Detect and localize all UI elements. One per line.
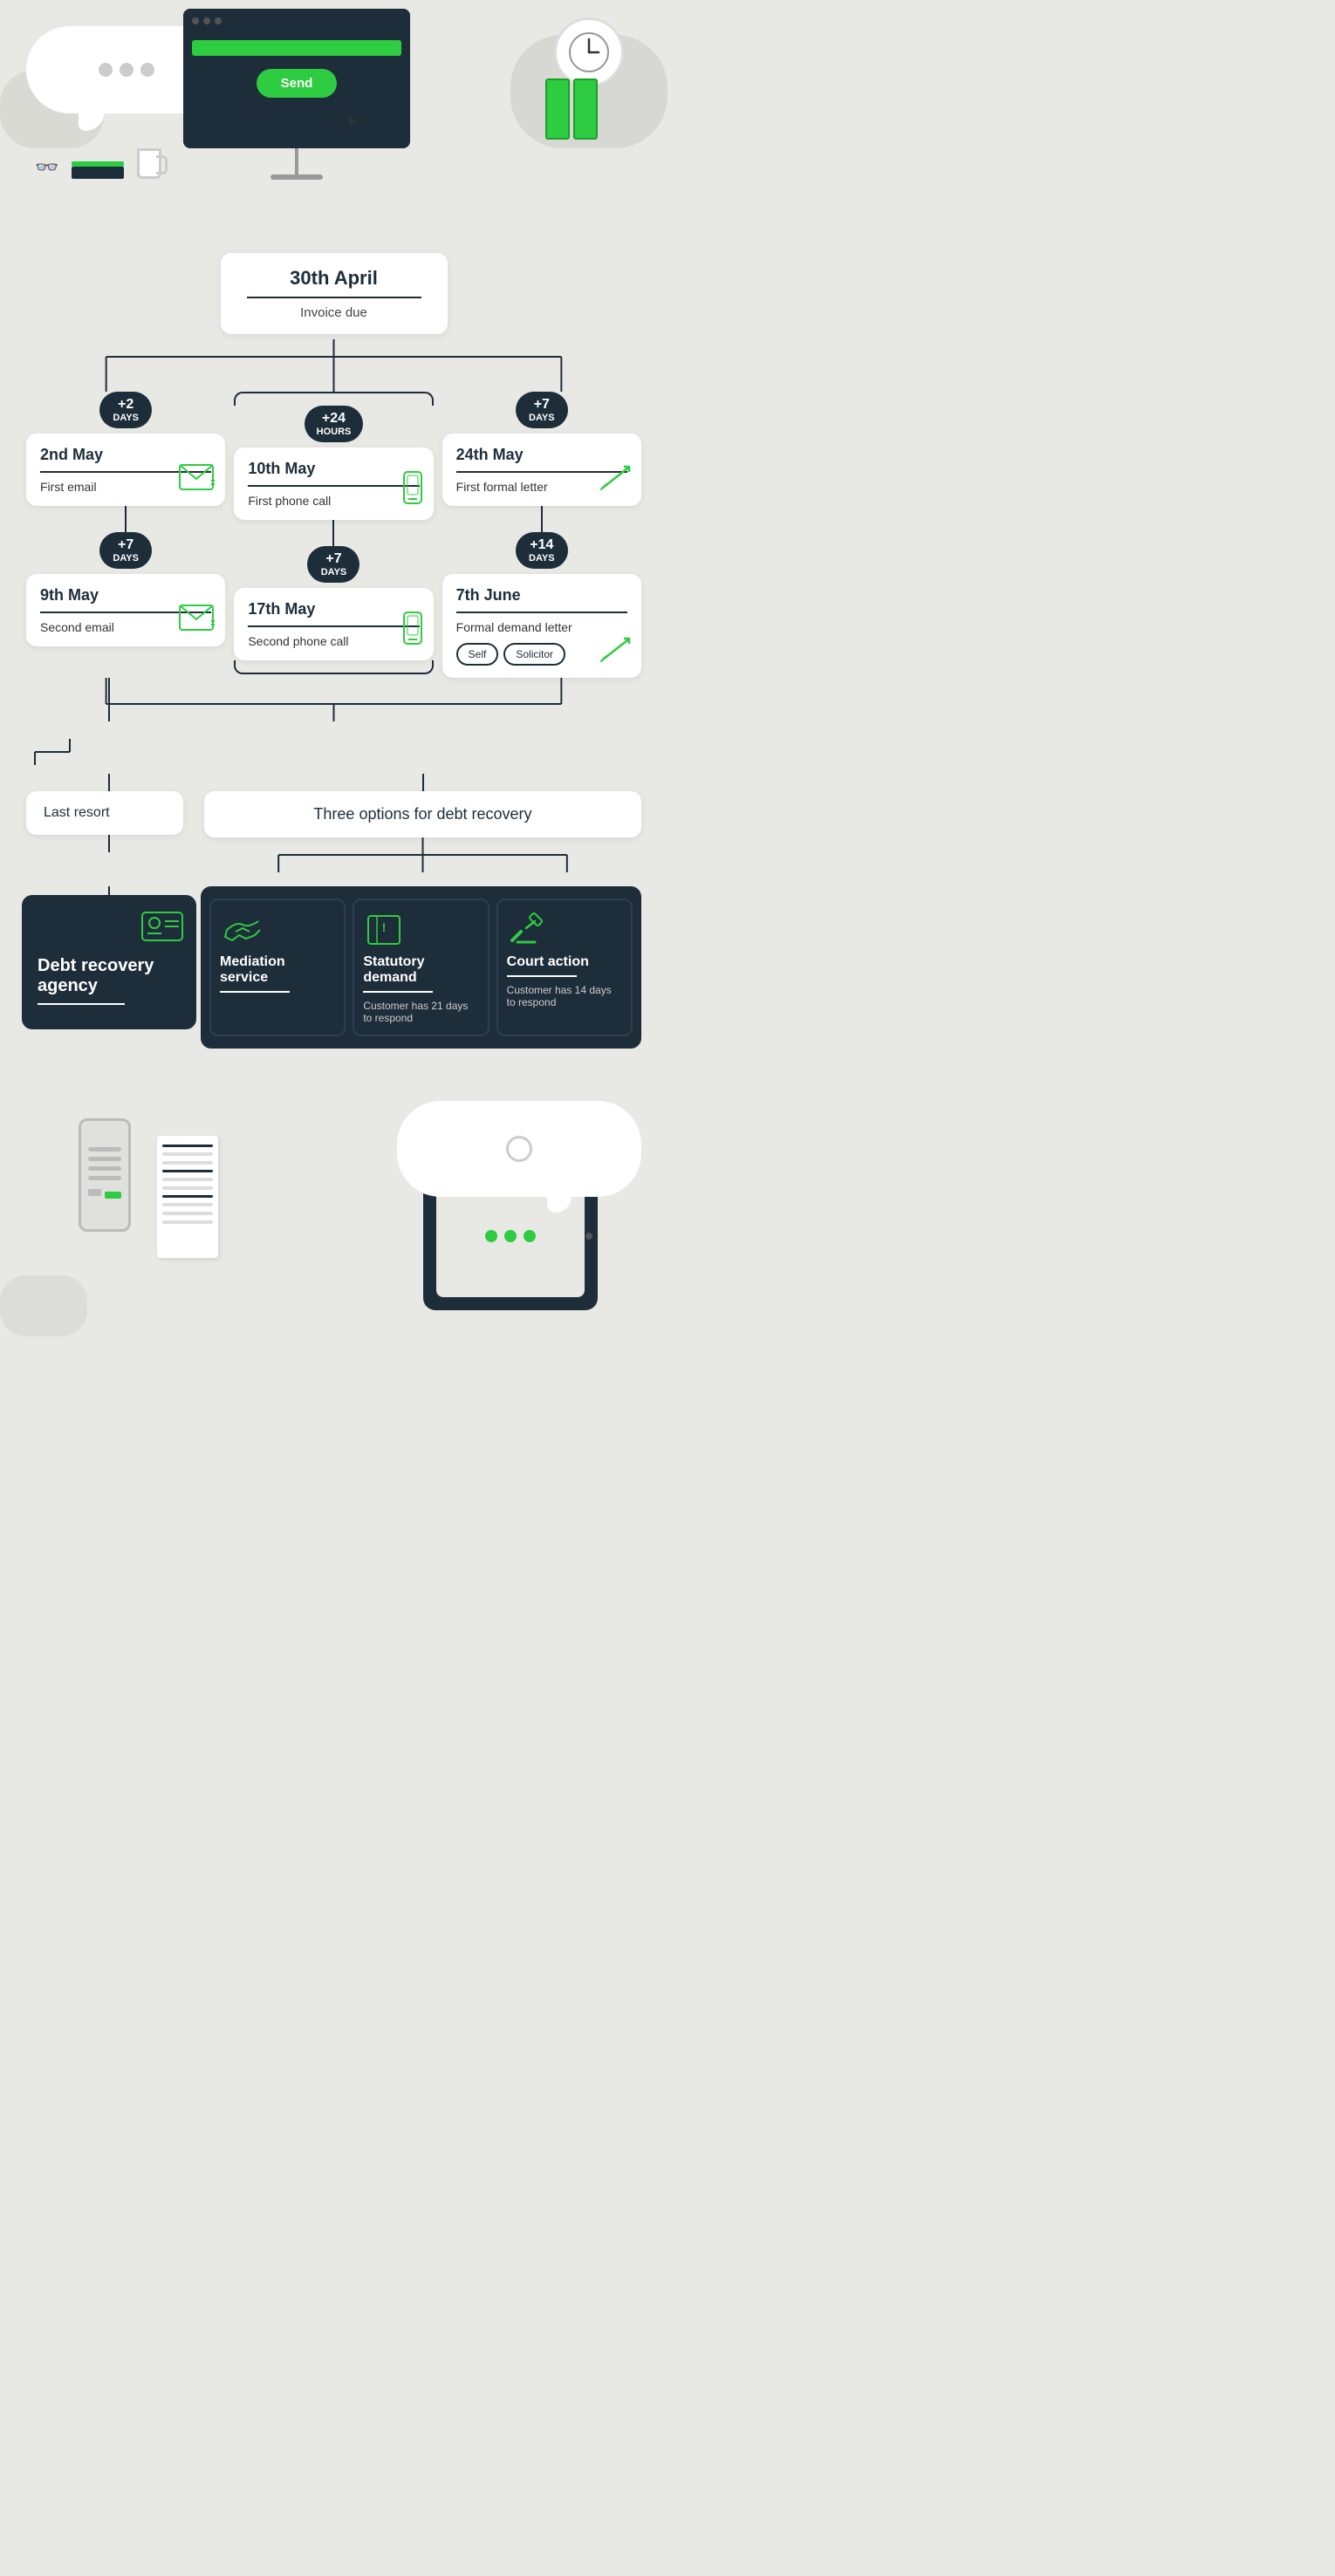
step-7th-june: 7th June Formal demand letter Self Solic…	[442, 574, 641, 678]
books-icon	[72, 167, 124, 179]
v-connector-3	[541, 506, 543, 532]
solicitor-button[interactable]: Solicitor	[503, 643, 565, 666]
court-desc: Customer has 14 days to respond	[507, 984, 622, 1008]
document-icon	[157, 1136, 218, 1258]
court-title: Court action	[507, 954, 622, 970]
court-option: Court action Customer has 14 days to res…	[496, 899, 633, 1036]
mediation-option: Mediation service	[209, 899, 346, 1036]
branch-lines	[26, 339, 641, 392]
badge-24hours: +24 HOURS	[305, 406, 364, 442]
tablet-camera	[585, 1233, 592, 1240]
phone-column: +24 HOURS 10th May First phone call +7	[234, 392, 433, 678]
step-9th-may: 9th May Second email	[26, 574, 225, 646]
clock-icon	[554, 17, 624, 87]
last-resort-line	[26, 678, 192, 721]
debt-agency-title: Debt recovery agency	[38, 956, 181, 996]
letter-column: +7 DAYS 24th May First formal letter +14	[442, 392, 641, 678]
handshake-icon	[222, 912, 264, 952]
bottom-speech-bubble	[397, 1101, 641, 1197]
binders	[545, 79, 598, 140]
statutory-option: ! Statutory demand Customer has 21 days …	[353, 899, 489, 1036]
statutory-desc: Customer has 21 days to respond	[363, 1000, 478, 1024]
step-24th-may: 24th May First formal letter	[442, 434, 641, 506]
badge-14days: +14 DAYS	[516, 532, 568, 569]
send-button[interactable]: Send	[257, 69, 338, 98]
statutory-title: Statutory demand	[363, 954, 478, 986]
monitor: Send ▸	[175, 9, 419, 180]
step-17th-may: 17th May Second phone call	[234, 588, 433, 660]
pen2-icon	[599, 637, 631, 667]
badge-2days: +2 DAYS	[99, 392, 152, 428]
main-flow: 30th April Invoice due +2 DAYS 2nd May	[0, 236, 668, 1049]
three-options-box: Three options for debt recovery	[204, 791, 641, 837]
mug-icon	[137, 148, 161, 179]
badge-7days-1: +7 DAYS	[99, 532, 152, 569]
phone-icon	[402, 470, 423, 509]
pen-icon	[599, 465, 631, 495]
phone-device	[79, 1118, 131, 1232]
invoice-box: 30th April Invoice due	[221, 253, 448, 334]
last-resort-box: Last resort	[26, 791, 183, 835]
desk-items: 👓	[35, 148, 161, 179]
self-button[interactable]: Self	[456, 643, 499, 666]
invoice-label: Invoice due	[247, 305, 421, 320]
three-options-label: Three options for debt recovery	[313, 805, 531, 823]
step-10th-may: 10th May First phone call	[234, 448, 433, 520]
id-card-icon	[140, 907, 184, 942]
invoice-date: 30th April	[247, 267, 421, 290]
step-2nd-may: 2nd May First email	[26, 434, 225, 506]
email2-icon	[178, 604, 215, 636]
invoice-section: 30th April Invoice due	[26, 253, 641, 343]
email-icon	[178, 463, 215, 495]
cursor-icon: ▸	[349, 109, 358, 131]
three-way-split	[204, 837, 641, 872]
three-sub-options: Mediation service ! Statutory demand C	[201, 886, 641, 1049]
v-connector	[125, 506, 127, 532]
glasses-icon: 👓	[35, 156, 58, 179]
v-connector-2	[332, 520, 334, 546]
timeline-columns: +2 DAYS 2nd May First email +7	[26, 392, 641, 678]
badge-7days-3: +7 DAYS	[516, 392, 568, 428]
badge-7days-2: +7 DAYS	[307, 546, 359, 583]
email-column: +2 DAYS 2nd May First email +7	[26, 392, 225, 678]
last-resort-label: Last resort	[44, 805, 166, 821]
last-resort-branch	[26, 739, 113, 765]
recovery-options-row: Debt recovery agency Mediation service	[26, 886, 641, 1049]
phone2-icon	[402, 611, 423, 650]
top-illustration: Send ▸ 👓	[0, 0, 668, 227]
debt-agency-box: Debt recovery agency	[22, 895, 196, 1029]
gavel-icon	[509, 912, 547, 952]
statutory-icon: !	[365, 912, 403, 952]
green-dots	[485, 1230, 536, 1242]
svg-text:!: !	[382, 920, 387, 934]
mediation-title: Mediation service	[220, 954, 335, 986]
bottom-illustration	[0, 1092, 668, 1336]
